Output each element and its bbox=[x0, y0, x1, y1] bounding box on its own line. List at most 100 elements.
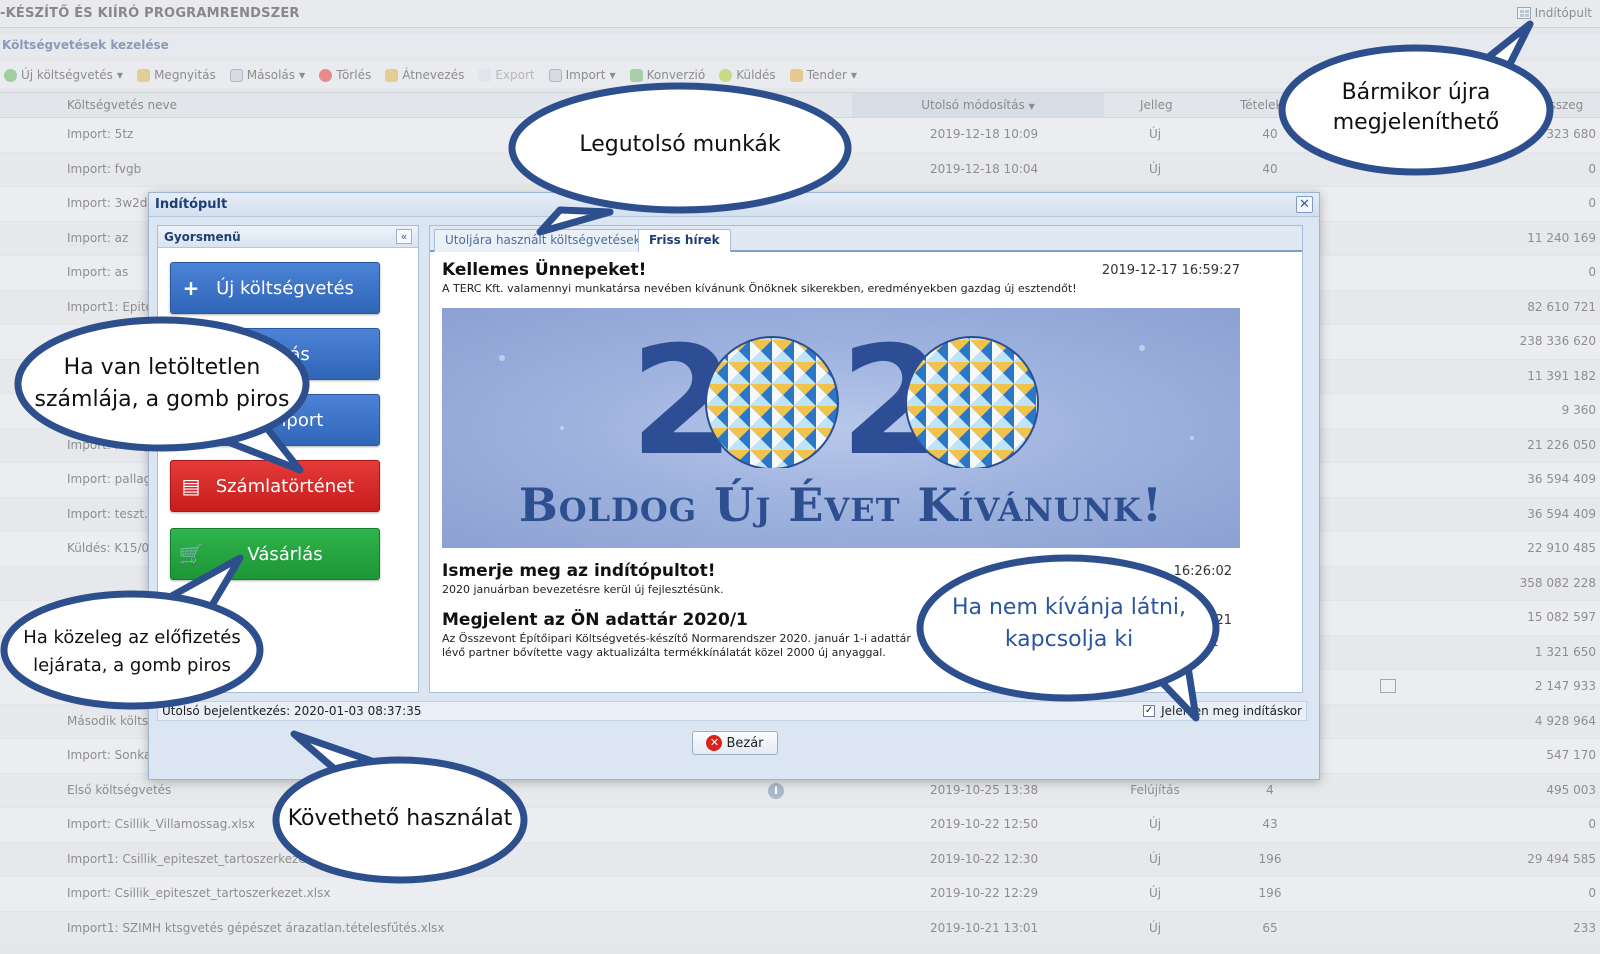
cell-name: Import: Csillik_Villamossag.xlsx bbox=[67, 817, 256, 831]
cell-name: Import: fvgb bbox=[67, 161, 142, 176]
chevron-down-icon: ▼ bbox=[850, 70, 858, 80]
ornament-ball-icon bbox=[905, 336, 1039, 468]
new-year-banner: 2 2 Boldog Új Évet Kívánunk! bbox=[442, 308, 1240, 548]
send-button[interactable]: Küldés bbox=[719, 68, 776, 82]
document-icon: ▤ bbox=[181, 474, 201, 498]
invoice-history-button[interactable]: ▤ Számlatörténet bbox=[170, 460, 380, 512]
cell-items: 65 bbox=[1262, 920, 1278, 935]
cell-total: 22 910 485 bbox=[1527, 541, 1596, 555]
cell-name: Import: pallag bbox=[67, 472, 152, 486]
new-budget-quick-button[interactable]: + Új költségvetés bbox=[170, 262, 380, 314]
cell-type: Új bbox=[1148, 127, 1162, 141]
export-button[interactable]: Export bbox=[478, 68, 535, 82]
tender-icon bbox=[789, 68, 803, 82]
info-icon[interactable]: i bbox=[768, 782, 784, 799]
add-icon bbox=[4, 68, 17, 82]
cell-name: Import: Csillik_epiteszet_tartoszerkezet… bbox=[67, 886, 331, 900]
show-on-start-label: Jelenjen meg indításkor bbox=[1161, 704, 1302, 718]
cell-name: Import: az bbox=[67, 230, 129, 245]
column-header-items[interactable]: Tételek bbox=[1240, 98, 1282, 112]
cell-total: 15 082 597 bbox=[1527, 610, 1596, 624]
purchase-button[interactable]: 🛒 Vásárlás bbox=[170, 528, 380, 580]
cell-items: 40 bbox=[1262, 161, 1278, 176]
cell-total: 1 321 650 bbox=[1534, 644, 1596, 659]
ornament-ball-icon bbox=[705, 336, 839, 468]
cell-total: 233 bbox=[1573, 920, 1596, 935]
launch-panel-button[interactable]: Indítópult bbox=[1516, 6, 1592, 20]
show-on-start-toggle[interactable]: ✓ Jelenjen meg indításkor bbox=[1143, 704, 1302, 718]
tender-button[interactable]: Tender ▼ bbox=[789, 68, 858, 82]
cell-total: 2 147 933 bbox=[1534, 679, 1596, 693]
table-row[interactable]: Import: Csillik_Villamossag.xlsx 2019-10-… bbox=[0, 808, 1600, 843]
cell-items: 196 bbox=[1258, 886, 1282, 900]
cell-type: Új bbox=[1148, 851, 1162, 866]
section-header: Költségvetések kezelése bbox=[0, 34, 1600, 56]
table-row[interactable]: Import: fvgb 2019-12-18 10:04 Új 40 0 bbox=[0, 152, 1600, 187]
news-date: 16:26:02 bbox=[1173, 564, 1232, 579]
open-button[interactable]: Megnyitás bbox=[137, 68, 216, 82]
app-title-bar: -KÉSZÍTŐ ÉS KIÍRÓ PROGRAMRENDSZER Indító… bbox=[0, 0, 1600, 28]
column-header-modified[interactable]: Utolsó módosítás ▼ bbox=[852, 93, 1104, 117]
cell-items: 43 bbox=[1262, 817, 1278, 831]
chevron-down-icon: ▼ bbox=[299, 70, 306, 80]
last-login-text: Utolsó bejelentkezés: 2020-01-03 08:37:3… bbox=[162, 704, 422, 718]
cell-name: Import1: Csillik_epiteszet_tartoszerkeze… bbox=[67, 851, 339, 866]
table-row[interactable]: Import: Csillik_epiteszet_tartoszerkezet… bbox=[0, 877, 1600, 912]
book-icon[interactable] bbox=[1380, 679, 1396, 693]
app-title: -KÉSZÍTŐ ÉS KIÍRÓ PROGRAMRENDSZER bbox=[0, 6, 300, 21]
cell-total: 82 610 721 bbox=[1527, 299, 1596, 314]
callout-subscription-text: Ha közeleg az előfizetés lejárata, a gom… bbox=[23, 627, 241, 676]
cell-name: Küldés: K15/0 bbox=[67, 541, 150, 555]
rename-icon bbox=[385, 68, 399, 82]
close-circle-icon: ✕ bbox=[706, 735, 723, 751]
cell-total: 36 594 409 bbox=[1527, 506, 1596, 521]
copy-icon bbox=[229, 68, 243, 82]
table-row[interactable]: Import1: SZIMH ktsgvetés gépészet árazat… bbox=[0, 911, 1600, 946]
dialog-title: Indítópult bbox=[155, 197, 228, 212]
callout-invoice-text: Ha van letöltetlen számlája, a gomb piro… bbox=[34, 355, 290, 412]
cell-total: 0 bbox=[1588, 817, 1596, 831]
cell-type: Új bbox=[1148, 817, 1162, 831]
import-button[interactable]: Import ▼ bbox=[548, 68, 616, 82]
tab-bar: Utoljára használt költségvetések Friss h… bbox=[430, 226, 1302, 252]
send-icon bbox=[719, 68, 733, 82]
cell-name: Import1: Epite bbox=[67, 299, 153, 314]
callout-trackable-text: Követhető használat bbox=[287, 806, 513, 831]
show-on-start-checkbox[interactable]: ✓ bbox=[1143, 705, 1156, 717]
callout-disable-text: Ha nem kívánja látni, kapcsolja ki bbox=[951, 595, 1187, 652]
column-header-total[interactable]: Összeg bbox=[1540, 98, 1583, 112]
collapse-panel-button[interactable]: « bbox=[396, 229, 412, 244]
delete-icon bbox=[319, 68, 333, 82]
new-budget-button[interactable]: Új költségvetés ▼ bbox=[4, 68, 123, 82]
cell-name: Első költségvetés bbox=[67, 782, 172, 797]
cell-items: 196 bbox=[1258, 851, 1282, 866]
section-title: Költségvetések kezelése bbox=[2, 38, 169, 52]
delete-button[interactable]: Törlés bbox=[319, 68, 371, 82]
close-dialog-button[interactable]: ✕ Bezár bbox=[692, 731, 778, 755]
cell-name: Második költs bbox=[67, 713, 149, 728]
tab-recent-budgets[interactable]: Utoljára használt költségvetések bbox=[434, 229, 652, 252]
dialog-close-button[interactable]: ✕ bbox=[1296, 196, 1313, 213]
cell-total: 495 003 bbox=[1546, 782, 1596, 797]
cell-items: 40 bbox=[1262, 127, 1278, 141]
cart-icon: 🛒 bbox=[178, 542, 204, 566]
conversion-button[interactable]: Konverzió bbox=[629, 68, 705, 82]
column-header-name[interactable]: Költségvetés neve bbox=[67, 98, 177, 112]
cell-name: Import: teszt.x bbox=[67, 506, 155, 521]
dashboard-icon bbox=[1516, 7, 1531, 19]
column-header-type[interactable]: Jelleg bbox=[1140, 98, 1173, 112]
news-text: A TERC Kft. valamennyi munkatársa nevébe… bbox=[442, 282, 1077, 295]
rename-button[interactable]: Átnevezés bbox=[385, 68, 464, 82]
table-row[interactable]: Import1: Csillik_epiteszet_tartoszerkeze… bbox=[0, 842, 1600, 877]
news-title: Ismerje meg az indítópultot! bbox=[442, 561, 716, 581]
convert-icon bbox=[629, 68, 643, 82]
tab-news[interactable]: Friss hírek bbox=[638, 229, 731, 252]
cell-modified: 2019-10-22 12:29 bbox=[930, 886, 1039, 900]
launch-panel-dialog: Indítópult ✕ Gyorsmenü « + Új költségvet… bbox=[148, 192, 1320, 780]
cell-modified: 2019-12-18 10:09 bbox=[930, 127, 1039, 141]
cell-modified: 2019-10-25 13:38 bbox=[930, 782, 1039, 797]
news-date: 21 bbox=[1215, 613, 1232, 628]
copy-button[interactable]: Másolás ▼ bbox=[229, 68, 306, 82]
cell-name: Import: Sonka bbox=[67, 748, 152, 762]
cell-total: 21 226 050 bbox=[1527, 437, 1596, 452]
